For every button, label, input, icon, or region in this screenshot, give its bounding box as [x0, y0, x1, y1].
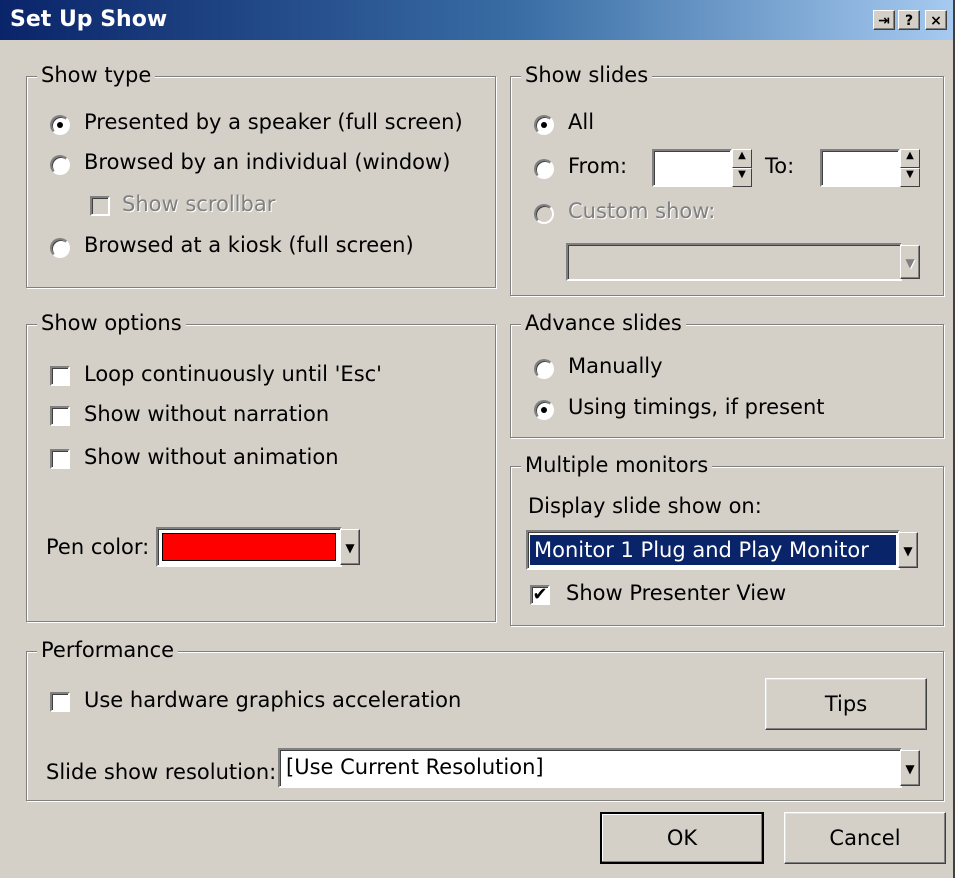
show-without-narration-checkbox[interactable]: [50, 406, 70, 426]
show-scrollbar-label: Show scrollbar: [122, 192, 276, 216]
from-slides-radio[interactable]: [534, 159, 554, 179]
set-up-show-dialog: Set Up Show ⇥ ? × Show type Presented by…: [0, 0, 955, 878]
pen-color-swatch: [162, 533, 336, 561]
close-button[interactable]: ×: [925, 10, 947, 30]
custom-show-select: [566, 243, 902, 281]
chevron-down-icon[interactable]: ▼: [900, 750, 920, 786]
using-timings-radio[interactable]: [534, 400, 554, 420]
all-slides-label[interactable]: All: [568, 110, 594, 134]
custom-show-label: Custom show:: [568, 199, 716, 223]
hardware-acceleration-label[interactable]: Use hardware graphics acceleration: [84, 688, 461, 712]
show-without-animation-checkbox[interactable]: [50, 449, 70, 469]
show-type-label: Show type: [37, 63, 156, 87]
browsed-at-kiosk-label[interactable]: Browsed at a kiosk (full screen): [84, 233, 414, 257]
spin-up-icon[interactable]: ▲: [732, 149, 752, 168]
chevron-down-icon[interactable]: ▼: [340, 529, 360, 565]
advance-slides-label: Advance slides: [521, 311, 686, 335]
spin-down-icon[interactable]: ▼: [732, 168, 752, 187]
to-input[interactable]: [820, 149, 900, 187]
to-label[interactable]: To:: [765, 154, 794, 178]
show-slides-label: Show slides: [521, 63, 653, 87]
loop-continuously-checkbox[interactable]: [50, 366, 70, 386]
help-button[interactable]: ?: [898, 10, 920, 30]
browsed-by-individual-label[interactable]: Browsed by an individual (window): [84, 150, 450, 174]
pin-icon[interactable]: ⇥: [873, 10, 895, 30]
slide-show-resolution-label: Slide show resolution:: [46, 760, 277, 784]
using-timings-label[interactable]: Using timings, if present: [568, 395, 824, 419]
presented-by-speaker-label[interactable]: Presented by a speaker (full screen): [84, 110, 463, 134]
presented-by-speaker-radio[interactable]: [50, 115, 70, 135]
advance-slides-group: Advance slides: [510, 311, 944, 438]
to-spinner[interactable]: ▲ ▼: [900, 149, 920, 187]
from-label[interactable]: From:: [568, 154, 627, 178]
chevron-down-icon[interactable]: ▼: [898, 532, 918, 568]
pen-color-select[interactable]: [156, 527, 342, 567]
show-presenter-view-checkbox[interactable]: ✔: [530, 585, 550, 605]
window-title: Set Up Show: [10, 7, 168, 32]
show-options-label: Show options: [37, 311, 186, 335]
from-input[interactable]: [652, 149, 732, 187]
resolution-select[interactable]: [Use Current Resolution]: [278, 748, 902, 788]
ok-button[interactable]: OK: [600, 812, 764, 864]
display-slide-show-on-label: Display slide show on:: [528, 494, 762, 518]
title-bar[interactable]: Set Up Show ⇥ ? ×: [0, 0, 953, 40]
loop-continuously-label[interactable]: Loop continuously until 'Esc': [84, 362, 382, 386]
cancel-button[interactable]: Cancel: [784, 812, 946, 864]
manually-radio[interactable]: [534, 359, 554, 379]
browsed-at-kiosk-radio[interactable]: [50, 238, 70, 258]
show-scrollbar-checkbox: [90, 196, 110, 216]
spin-down-icon[interactable]: ▼: [900, 168, 920, 187]
multiple-monitors-label: Multiple monitors: [521, 453, 713, 477]
from-spinner[interactable]: ▲ ▼: [732, 149, 752, 187]
all-slides-radio[interactable]: [534, 115, 554, 135]
manually-label[interactable]: Manually: [568, 354, 663, 378]
pen-color-label: Pen color:: [46, 535, 150, 559]
custom-show-radio: [534, 204, 554, 224]
show-without-animation-label[interactable]: Show without animation: [84, 445, 339, 469]
monitor-select-value: Monitor 1 Plug and Play Monitor: [529, 534, 897, 566]
spin-up-icon[interactable]: ▲: [900, 149, 920, 168]
hardware-acceleration-checkbox[interactable]: [50, 692, 70, 712]
tips-button[interactable]: Tips: [765, 678, 927, 730]
browsed-by-individual-radio[interactable]: [50, 155, 70, 175]
show-presenter-view-label[interactable]: Show Presenter View: [566, 581, 786, 605]
performance-label: Performance: [37, 638, 179, 662]
show-without-narration-label[interactable]: Show without narration: [84, 402, 329, 426]
chevron-down-icon: ▼: [900, 245, 920, 279]
monitor-select[interactable]: Monitor 1 Plug and Play Monitor: [526, 530, 900, 570]
